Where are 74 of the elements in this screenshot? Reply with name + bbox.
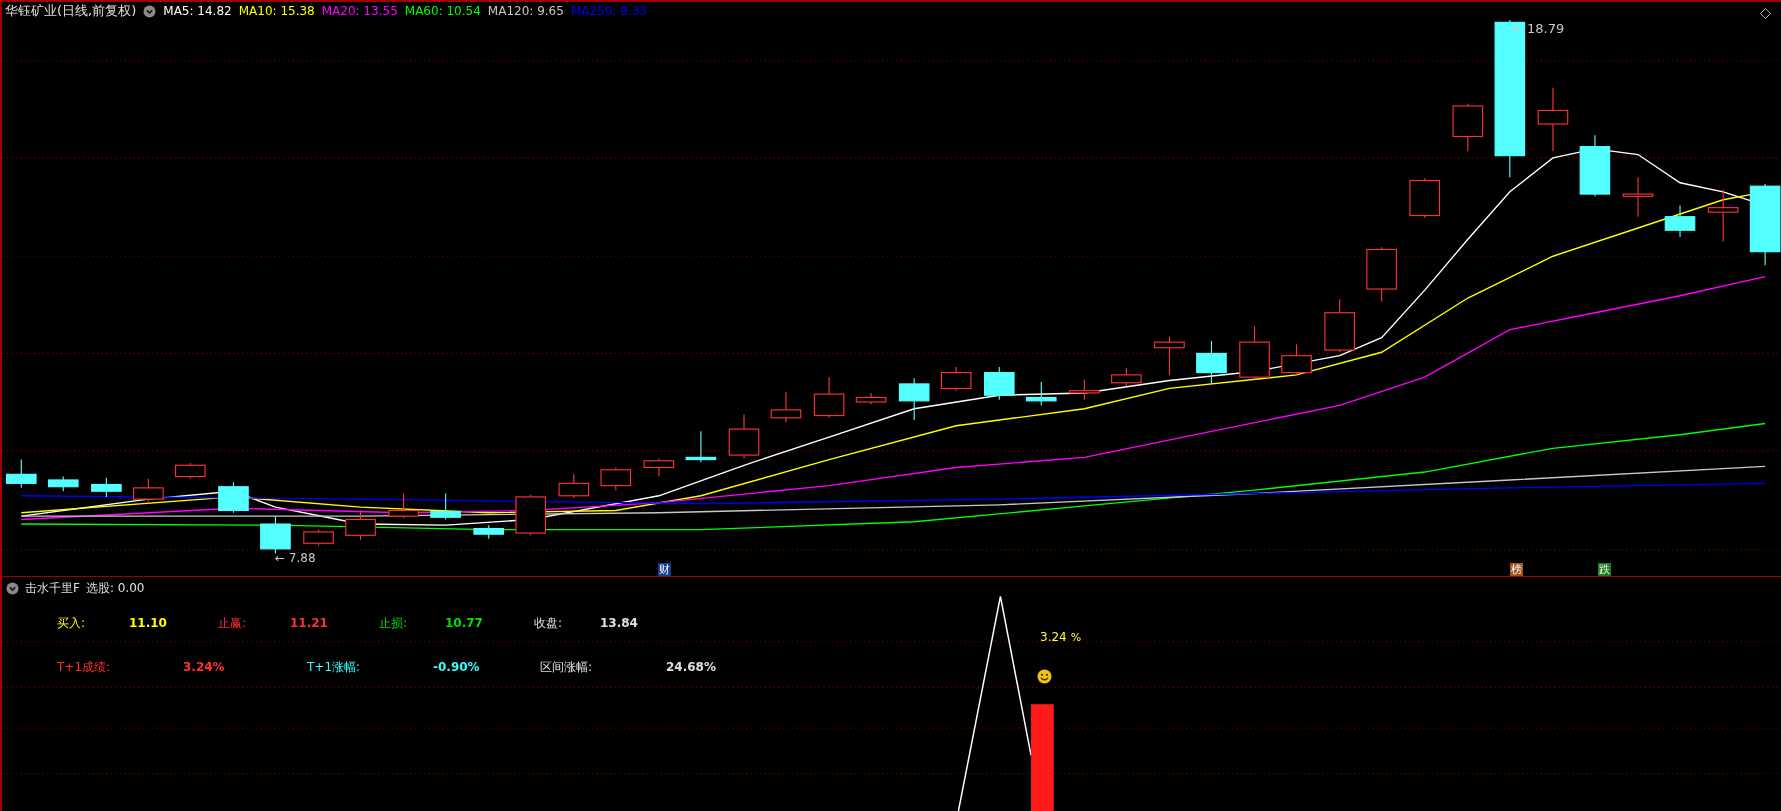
event-badge: 财	[658, 563, 671, 576]
candlestick	[1025, 381, 1057, 406]
candlestick	[430, 492, 461, 521]
candlestick	[1281, 343, 1312, 376]
candlestick	[770, 391, 802, 423]
smiley-icon	[1037, 669, 1052, 684]
chevron-down-icon[interactable]	[143, 4, 157, 18]
candlestick	[940, 366, 972, 392]
field-label: T+1涨幅:	[307, 660, 361, 674]
field-value: 11.10	[129, 616, 167, 630]
candlestick	[1622, 176, 1654, 218]
candlestick	[345, 509, 376, 541]
diamond-icon	[1760, 8, 1771, 19]
candlestick	[898, 377, 930, 421]
field-label: 收盘:	[534, 616, 563, 630]
candlestick	[1324, 298, 1355, 353]
candlestick	[175, 462, 206, 480]
field-label: 买入:	[57, 616, 86, 630]
candlestick	[1069, 378, 1100, 401]
event-badge: 榜	[1510, 563, 1523, 576]
candlestick	[1196, 340, 1227, 385]
candlestick	[1111, 367, 1142, 387]
field-value: 24.68%	[666, 660, 716, 674]
indicator-value: MA250: 9.33	[570, 3, 647, 20]
candlestick	[1409, 177, 1441, 219]
candlestick	[855, 392, 887, 405]
field-value: 10.77	[445, 616, 483, 630]
field-value: 11.21	[290, 616, 328, 630]
field-value: 13.84	[600, 616, 638, 630]
chart-title: 华钰矿业(日线,前复权)	[5, 2, 137, 21]
event-badge: 跌	[1598, 563, 1611, 576]
candlestick	[643, 457, 675, 478]
candlestick	[473, 524, 505, 540]
marker-unit: %	[1070, 629, 1082, 646]
candlestick	[47, 476, 79, 492]
field-label: 止损:	[379, 616, 408, 630]
field-label: 止赢:	[218, 616, 247, 630]
high-price-label: ← 18.79	[1512, 20, 1565, 38]
candlestick	[5, 459, 37, 489]
candlestick	[260, 515, 291, 554]
candlestick	[1707, 189, 1739, 243]
field-label: T+1成绩:	[57, 660, 111, 674]
candlestick	[1366, 246, 1397, 302]
candlestick	[1452, 103, 1484, 152]
candlestick	[303, 529, 334, 547]
chevron-down-icon[interactable]	[6, 581, 19, 595]
field-value: -0.90%	[433, 660, 480, 674]
candlestick	[388, 492, 419, 519]
marker-value: 3.24	[1040, 629, 1067, 646]
candlestick	[983, 366, 1015, 401]
candlestick	[600, 466, 632, 491]
candlestick	[1154, 335, 1185, 376]
field-value: 3.24%	[183, 660, 225, 674]
candlestick	[91, 477, 122, 498]
candlestick	[1579, 134, 1611, 197]
candlestick	[218, 481, 249, 514]
field-label: 区间涨幅:	[540, 660, 593, 674]
indicator-title: 击水千里F	[25, 580, 80, 597]
candlestick	[1239, 325, 1270, 380]
indicator-value: MA10: 15.38	[238, 3, 315, 20]
low-price-label: ← 7.88	[275, 550, 316, 567]
indicator-value: MA20: 13.55	[321, 3, 398, 20]
indicator-reading: 选股: 0.00	[85, 580, 145, 597]
candlestick	[728, 413, 760, 460]
candlestick	[685, 430, 717, 463]
candlestick	[515, 494, 547, 536]
candlestick	[133, 478, 164, 502]
candlestick	[813, 376, 845, 419]
indicator-value: MA5: 14.82	[163, 3, 232, 20]
candlestick	[558, 473, 590, 499]
candlestick	[1537, 87, 1569, 152]
candlestick	[1664, 204, 1696, 238]
indicator-value: MA60: 10.54	[404, 3, 481, 20]
indicator-value: MA120: 9.65	[487, 3, 564, 20]
